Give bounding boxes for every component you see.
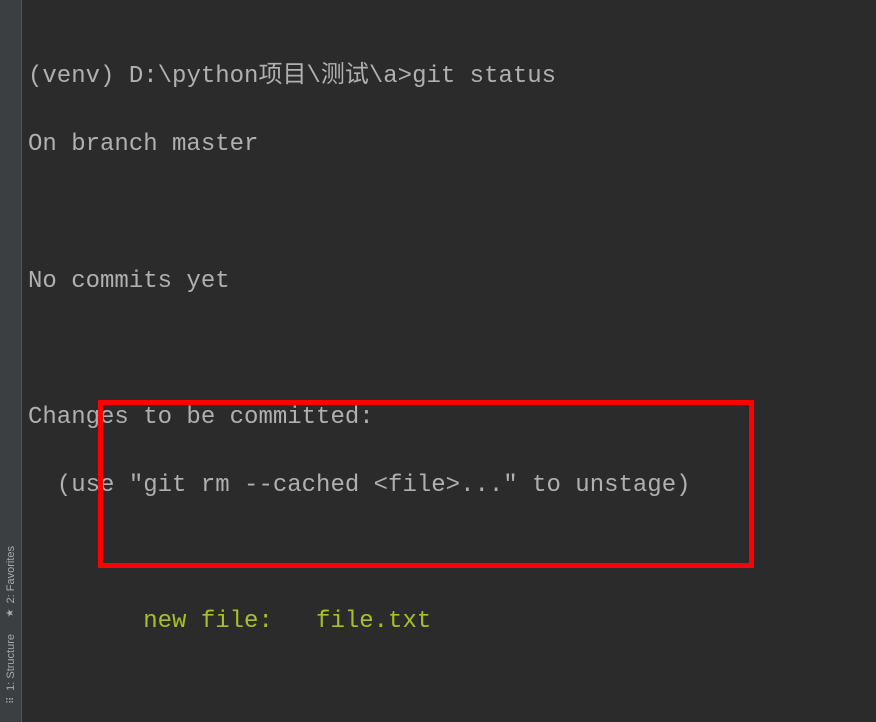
output-blank	[28, 537, 870, 571]
output-blank	[28, 196, 870, 230]
sidebar-tab-favorites[interactable]: ★ 2: Favorites	[3, 538, 19, 626]
output-blank	[28, 333, 870, 367]
structure-icon: ⠿	[5, 697, 16, 704]
terminal-panel[interactable]: (venv) D:\python项目\测试\a>git status On br…	[22, 0, 876, 722]
app-container: ★ 2: Favorites ⠿ 1: Structure (venv) D:\…	[0, 0, 876, 722]
command-text: git status	[412, 63, 556, 90]
output-staged-file: new file: file.txt	[28, 605, 870, 639]
tool-window-sidebar: ★ 2: Favorites ⠿ 1: Structure	[0, 0, 22, 722]
output-changes-header: Changes to be committed:	[28, 401, 870, 435]
output-blank	[28, 673, 870, 707]
sidebar-tab-label: 2: Favorites	[5, 546, 17, 603]
output-unstage-hint: (use "git rm --cached <file>..." to unst…	[28, 469, 870, 503]
venv-indicator: (venv)	[28, 63, 129, 90]
output-branch: On branch master	[28, 128, 870, 162]
prompt-line: (venv) D:\python项目\测试\a>git status	[28, 60, 870, 94]
output-no-commits: No commits yet	[28, 265, 870, 299]
sidebar-tab-label: 1: Structure	[5, 634, 17, 691]
prompt-path: D:\python项目\测试\a>	[129, 63, 412, 90]
star-icon: ★	[5, 608, 16, 617]
sidebar-tab-structure[interactable]: ⠿ 1: Structure	[3, 626, 19, 714]
